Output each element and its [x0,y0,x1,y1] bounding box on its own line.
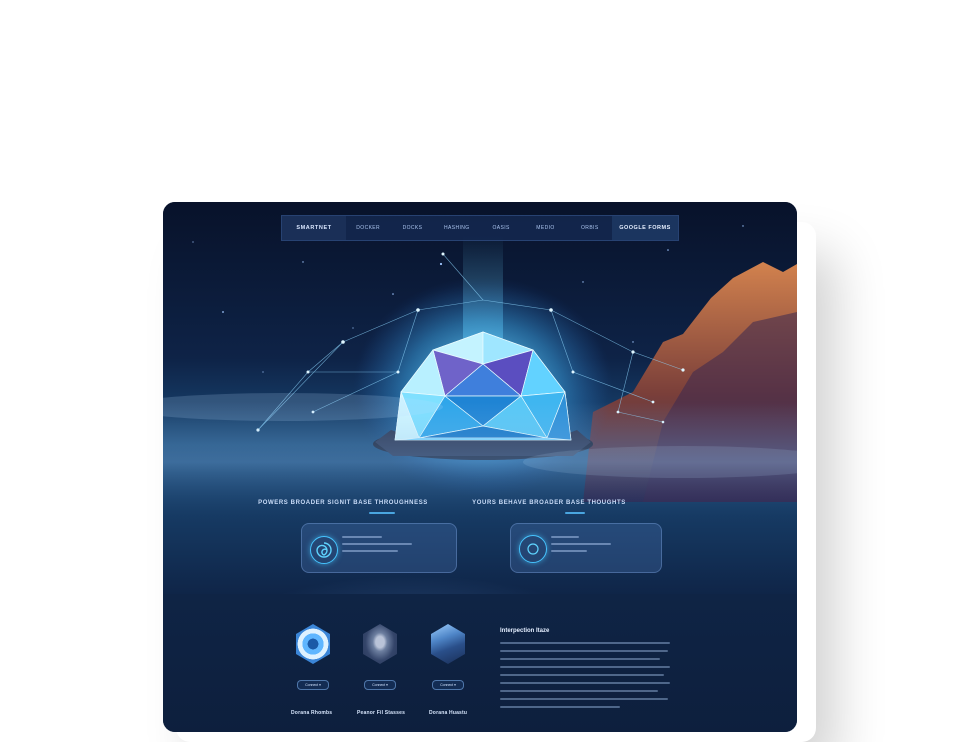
website-mockup: SMARTNET DOCKER DOCKS HASHING OASIS MEDI… [163,202,797,732]
top-nav: SMARTNET DOCKER DOCKS HASHING OASIS MEDI… [281,215,679,241]
nav-item-orbis[interactable]: ORBIS [568,225,612,231]
blue-hex-icon [296,624,330,664]
feature-underline-right [565,512,585,514]
product-card-1[interactable] [293,624,333,664]
nav-item-docker[interactable]: DOCKER [346,225,390,231]
product-card-2[interactable] [360,624,400,664]
product-1-button[interactable]: Connect ▾ [297,680,329,690]
mountain-hex-icon [431,624,465,664]
info-title: Interpection Itaze [500,628,550,634]
nav-item-medio[interactable]: MEDIO [523,225,567,231]
product-card-3[interactable] [428,624,468,664]
circle-icon [519,535,547,563]
feature-title-right: YOURS BEHAVE BROADER BASE THOUGHTS [472,500,626,506]
product-3-caption: Dorana Huastu [429,710,468,716]
hero-illustration [163,225,797,522]
nav-item-oasis[interactable]: OASIS [479,225,523,231]
feature-card-left[interactable] [301,523,457,573]
creature-hex-icon [363,624,397,664]
hero-section: SMARTNET DOCKER DOCKS HASHING OASIS MEDI… [163,202,797,594]
product-2-caption: Peanor Fil Stasses [357,710,406,716]
product-3-button[interactable]: Connect ▾ [432,680,464,690]
nav-item-docks[interactable]: DOCKS [390,225,434,231]
product-2-button[interactable]: Connect ▾ [364,680,396,690]
nav-cta-button[interactable]: GOOGLE FORMS [611,216,678,240]
feature-underline-left [369,512,395,514]
products-section: Connect ▾ Dorana Rhombs Connect ▾ Peanor… [163,594,797,732]
feature-card-right[interactable] [510,523,662,573]
nav-item-hashing[interactable]: HASHING [435,225,479,231]
nav-brand[interactable]: SMARTNET [282,216,346,240]
product-1-caption: Dorana Rhombs [291,710,333,716]
feature-title-left: POWERS BROADER SIGNIT BASE THROUGHNESS [258,500,428,506]
swirl-icon [310,536,338,564]
